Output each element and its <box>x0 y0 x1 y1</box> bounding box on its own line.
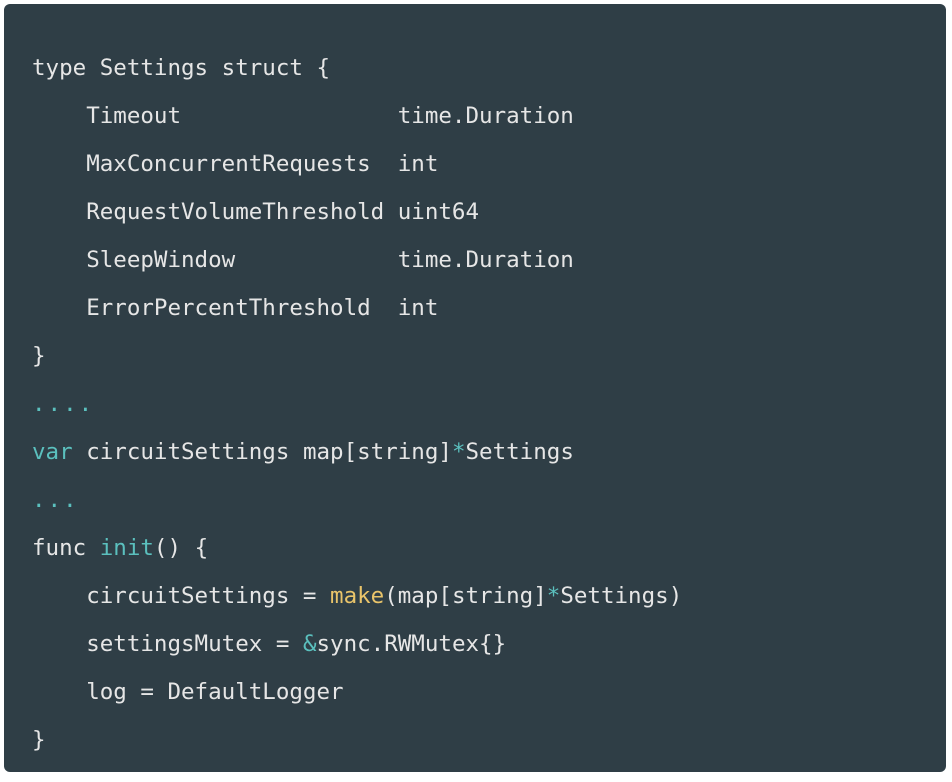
rhs: sync.RWMutex{} <box>316 631 506 657</box>
lhs: log <box>86 679 127 705</box>
line-struct-decl: type Settings struct { <box>32 55 330 81</box>
field-type: int <box>398 151 439 177</box>
var-name: circuitSettings <box>86 439 289 465</box>
parens: () <box>154 535 181 561</box>
keyword-type: type <box>32 55 86 81</box>
builtin-make: make <box>330 583 384 609</box>
lhs: circuitSettings <box>86 583 289 609</box>
ellipsis: .... <box>32 391 94 417</box>
ellipsis: ... <box>32 487 79 513</box>
func-name: init <box>100 535 154 561</box>
struct-name: Settings <box>100 55 208 81</box>
eq: = <box>289 583 330 609</box>
line-body-0: circuitSettings = make(map[string]*Setti… <box>32 583 682 609</box>
line-field-3: SleepWindow time.Duration <box>32 247 574 273</box>
field-name: SleepWindow <box>86 247 398 273</box>
args-prefix: (map[string] <box>384 583 547 609</box>
keyword-struct: struct <box>222 55 303 81</box>
indent <box>32 103 86 129</box>
brace-open: { <box>195 535 209 561</box>
var-type-suffix: Settings <box>466 439 574 465</box>
field-type: uint64 <box>398 199 479 225</box>
field-type: time.Duration <box>398 103 574 129</box>
line-field-0: Timeout time.Duration <box>32 103 574 129</box>
keyword-func: func <box>32 535 86 561</box>
amp-operator: & <box>303 631 317 657</box>
line-body-2: log = DefaultLogger <box>32 679 344 705</box>
field-type: int <box>398 295 439 321</box>
lhs: settingsMutex <box>86 631 262 657</box>
field-name: ErrorPercentThreshold <box>86 295 398 321</box>
field-name: Timeout <box>86 103 398 129</box>
rhs: DefaultLogger <box>167 679 343 705</box>
args-suffix: Settings) <box>560 583 682 609</box>
line-field-1: MaxConcurrentRequests int <box>32 151 438 177</box>
field-name: MaxConcurrentRequests <box>86 151 398 177</box>
var-type-prefix: map[string] <box>303 439 452 465</box>
indent <box>32 631 86 657</box>
code-block: type Settings struct { Timeout time.Dura… <box>4 4 946 772</box>
indent <box>32 679 86 705</box>
indent <box>32 151 86 177</box>
line-func-decl: func init() { <box>32 535 208 561</box>
eq: = <box>262 631 303 657</box>
line-body-1: settingsMutex = &sync.RWMutex{} <box>32 631 506 657</box>
field-type: time.Duration <box>398 247 574 273</box>
line-var-decl: var circuitSettings map[string]*Settings <box>32 439 574 465</box>
brace-open: { <box>316 55 330 81</box>
star-operator: * <box>452 439 466 465</box>
star-operator: * <box>547 583 561 609</box>
indent <box>32 199 86 225</box>
eq: = <box>127 679 168 705</box>
field-name: RequestVolumeThreshold <box>86 199 398 225</box>
brace-close: } <box>32 343 46 369</box>
brace-close: } <box>32 727 46 753</box>
indent <box>32 583 86 609</box>
keyword-var: var <box>32 439 73 465</box>
indent <box>32 247 86 273</box>
indent <box>32 295 86 321</box>
line-field-4: ErrorPercentThreshold int <box>32 295 438 321</box>
line-field-2: RequestVolumeThreshold uint64 <box>32 199 479 225</box>
